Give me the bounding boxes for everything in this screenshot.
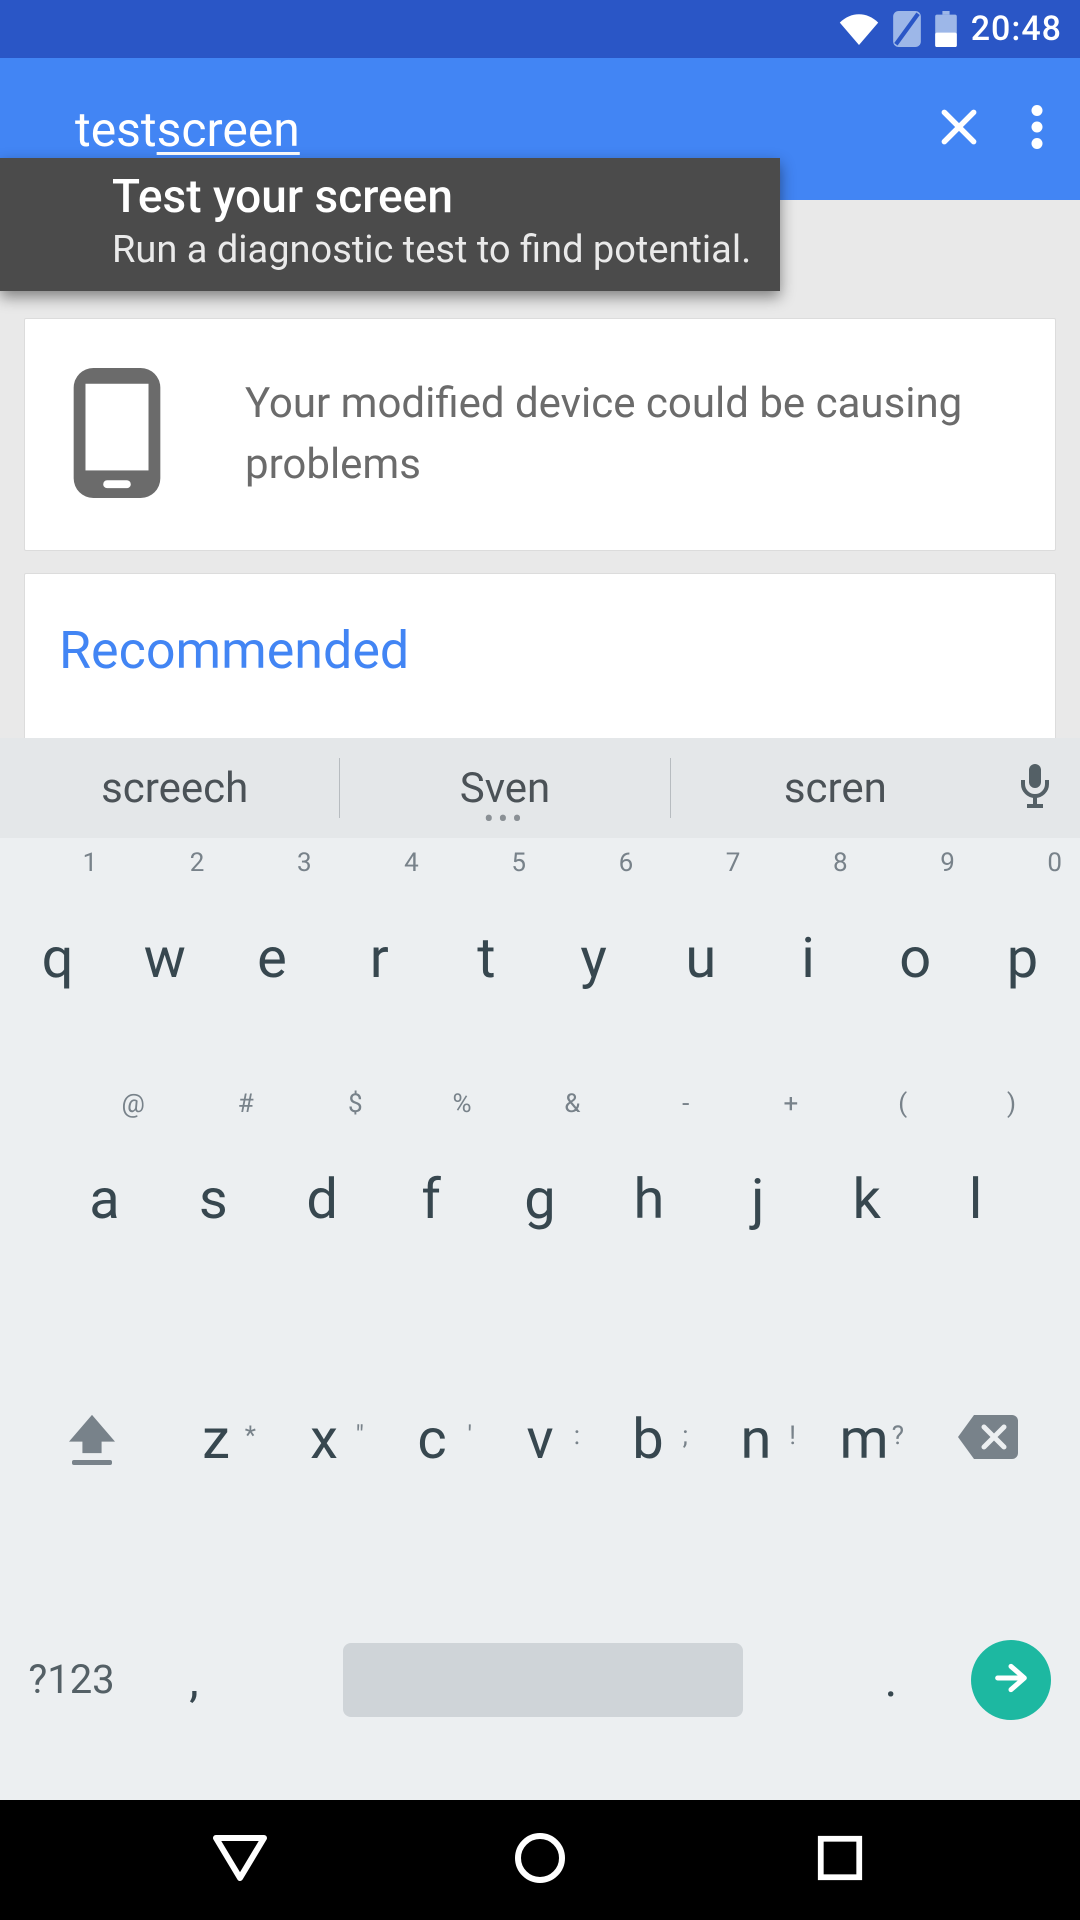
keyboard-suggestion-1[interactable]: Sven ••• xyxy=(340,764,669,813)
status-bar: 20:48 xyxy=(0,0,1080,58)
keyboard-row-4: ?123 , . xyxy=(0,1560,1080,1801)
keyboard-suggestion-0[interactable]: screech xyxy=(10,764,339,813)
key-u[interactable]: 7u xyxy=(647,838,754,1079)
search-input[interactable]: test screen xyxy=(75,101,906,158)
key-q[interactable]: 1q xyxy=(4,838,111,1079)
space-key[interactable] xyxy=(249,1643,836,1717)
key-b[interactable]: ;b xyxy=(594,1411,702,1467)
key-l[interactable]: )l xyxy=(921,1079,1030,1320)
keyboard-row-1: 1q2w3e4r5t6y7u8i9o0p xyxy=(0,838,1080,1079)
key-p[interactable]: 0p xyxy=(969,838,1076,1079)
symbols-key[interactable]: ?123 xyxy=(4,1656,139,1703)
key-k[interactable]: (k xyxy=(812,1079,921,1320)
search-text-part1: test xyxy=(75,101,157,158)
key-w[interactable]: 2w xyxy=(111,838,218,1079)
key-x[interactable]: "x xyxy=(270,1411,378,1467)
key-n[interactable]: !n xyxy=(702,1411,810,1467)
search-suggestion-dropdown[interactable]: Test your screen Run a diagnostic test t… xyxy=(0,158,780,291)
key-f[interactable]: %f xyxy=(377,1079,486,1320)
suggestion-subtitle: Run a diagnostic test to find potential… xyxy=(112,228,750,272)
key-s[interactable]: #s xyxy=(159,1079,268,1320)
suggestion-title: Test your screen xyxy=(112,170,750,224)
sim-disabled-icon xyxy=(893,11,921,47)
shift-icon xyxy=(69,1414,115,1465)
keyboard-row-3: *z"x'c:v;b!n?m xyxy=(0,1319,1080,1560)
device-warning-text: Your modified device could be causing pr… xyxy=(245,374,1007,496)
battery-icon xyxy=(935,11,957,47)
key-y[interactable]: 6y xyxy=(540,838,647,1079)
more-options-button[interactable] xyxy=(1012,94,1062,164)
navigation-bar xyxy=(0,1800,1080,1920)
key-r[interactable]: 4r xyxy=(326,838,433,1079)
search-text-part2: screen xyxy=(157,101,300,158)
key-m[interactable]: ?m xyxy=(810,1411,918,1467)
phone-icon xyxy=(73,368,161,502)
soft-keyboard: screech Sven ••• scren 1q2w3e4r5t6y7u8i9… xyxy=(0,738,1080,1800)
recommended-card[interactable]: Recommended xyxy=(24,573,1056,741)
keyboard-suggestion-2[interactable]: scren xyxy=(671,764,1000,813)
key-j[interactable]: +j xyxy=(703,1079,812,1320)
key-o[interactable]: 9o xyxy=(862,838,969,1079)
backspace-key[interactable] xyxy=(918,1415,1058,1463)
key-a[interactable]: @a xyxy=(50,1079,159,1320)
nav-recents-button[interactable] xyxy=(795,1815,885,1905)
content-area: Your modified device could be causing pr… xyxy=(0,318,1080,741)
voice-input-button[interactable] xyxy=(1000,764,1070,812)
key-v[interactable]: :v xyxy=(486,1411,594,1467)
suggestion-expand-dots: ••• xyxy=(484,802,526,837)
keyboard-suggestion-row: screech Sven ••• scren xyxy=(0,738,1080,838)
clear-search-button[interactable] xyxy=(924,94,994,164)
key-c[interactable]: 'c xyxy=(378,1411,486,1467)
arrow-right-icon xyxy=(991,1658,1031,1702)
microphone-icon xyxy=(1019,764,1051,812)
triangle-down-icon xyxy=(212,1834,268,1886)
nav-back-button[interactable] xyxy=(195,1815,285,1905)
more-vert-icon xyxy=(1031,105,1043,153)
shift-key[interactable] xyxy=(22,1414,162,1465)
close-icon xyxy=(937,105,981,153)
key-e[interactable]: 3e xyxy=(218,838,325,1079)
comma-key[interactable]: , xyxy=(139,1651,249,1708)
key-i[interactable]: 8i xyxy=(754,838,861,1079)
period-key[interactable]: . xyxy=(836,1651,946,1708)
recommended-title: Recommended xyxy=(59,620,1021,681)
wifi-icon xyxy=(839,13,879,45)
keyboard-row-2: @a#s$d%f&g-h+j(k)l xyxy=(0,1079,1080,1320)
nav-home-button[interactable] xyxy=(495,1815,585,1905)
status-clock: 20:48 xyxy=(971,9,1062,49)
key-h[interactable]: -h xyxy=(594,1079,703,1320)
enter-key[interactable] xyxy=(946,1640,1076,1720)
key-z[interactable]: *z xyxy=(162,1411,270,1467)
device-warning-card[interactable]: Your modified device could be causing pr… xyxy=(24,318,1056,551)
key-d[interactable]: $d xyxy=(268,1079,377,1320)
key-t[interactable]: 5t xyxy=(433,838,540,1079)
circle-icon xyxy=(512,1830,568,1890)
backspace-icon xyxy=(958,1415,1018,1463)
square-icon xyxy=(815,1833,865,1887)
key-g[interactable]: &g xyxy=(486,1079,595,1320)
